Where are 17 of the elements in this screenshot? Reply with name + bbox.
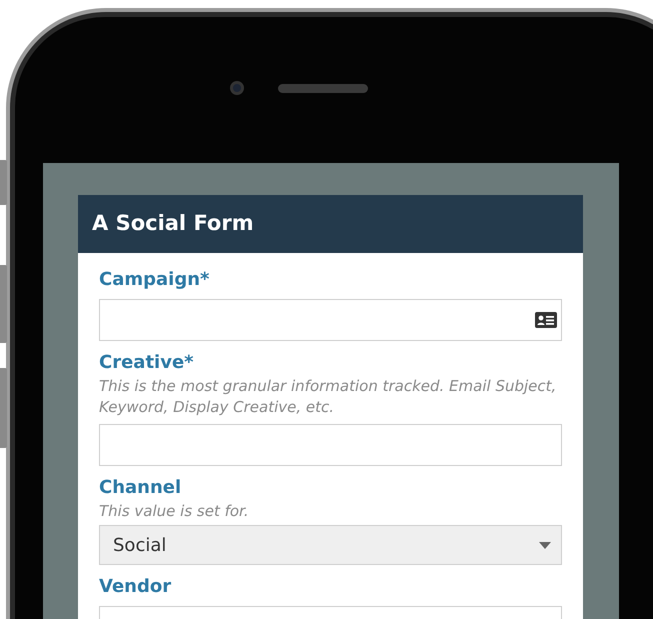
- form-title: A Social Form: [92, 210, 254, 238]
- text-field[interactable]: [99, 424, 562, 466]
- field-label: Channel: [99, 476, 182, 500]
- side-button-icon: [0, 160, 7, 205]
- camera-icon: [230, 81, 244, 95]
- caret-icon: [539, 542, 551, 548]
- side-button-icon: [0, 265, 7, 343]
- field-label: Vendor: [99, 575, 172, 599]
- lookup-field[interactable]: [99, 299, 562, 341]
- select-field[interactable]: Social: [99, 525, 562, 565]
- field-label: Creative*: [99, 351, 195, 375]
- speaker-icon: [278, 84, 368, 92]
- field-label: Campaign*: [99, 268, 210, 292]
- field-help-text: This value is set for.: [99, 501, 250, 522]
- field-help-text: This is the most granular information tracked. Email Subject, Keyword, Display Creative, etc.: [99, 376, 558, 418]
- side-button-icon: [0, 368, 7, 448]
- contact-card-icon[interactable]: [534, 311, 558, 329]
